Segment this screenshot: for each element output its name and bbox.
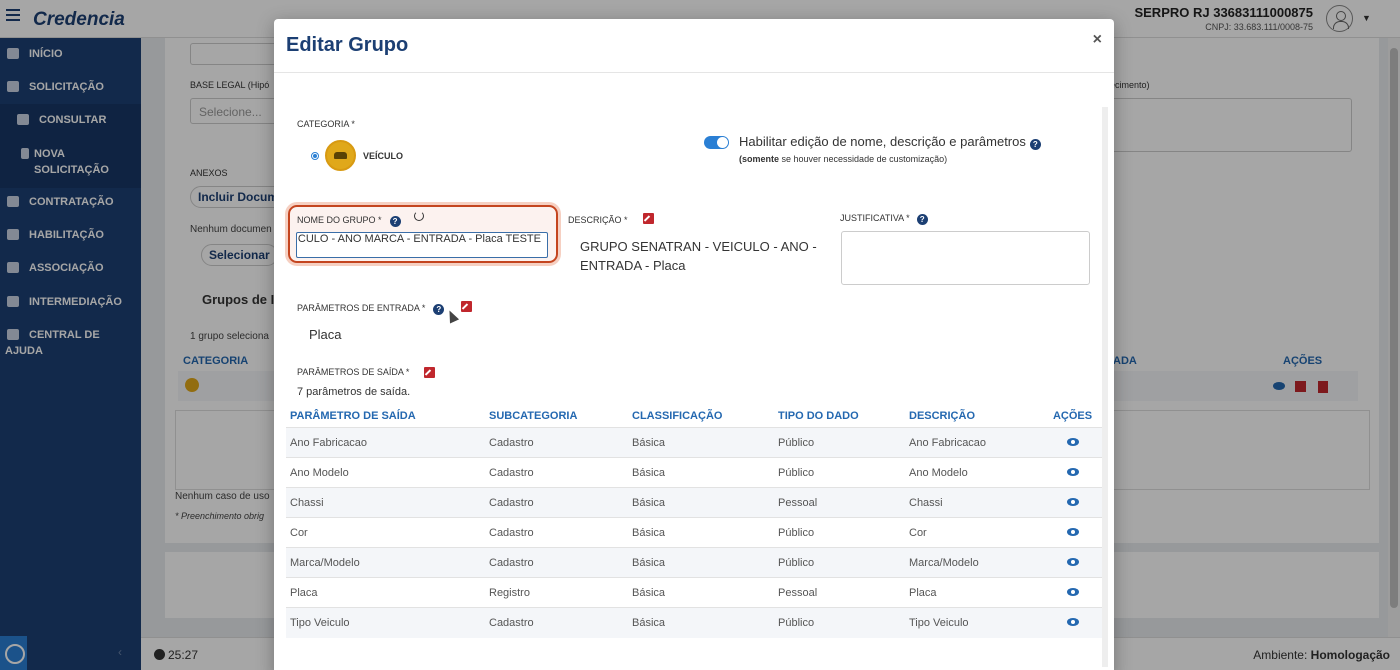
col-acoes: Ações: [1052, 410, 1093, 422]
cell-subcategoria: Registro: [485, 577, 628, 608]
cell-parametro: Tipo Veiculo: [286, 607, 485, 638]
cell-descricao: Chassi: [905, 487, 1043, 518]
table-header-row: Parâmetro de saída Subcategoria Classifi…: [286, 405, 1102, 428]
cell-descricao: Cor: [905, 517, 1043, 548]
cell-acoes: [1043, 517, 1102, 548]
cell-descricao: Ano Fabricacao: [905, 427, 1043, 458]
eye-icon[interactable]: [1066, 467, 1079, 476]
cell-parametro: Marca/Modelo: [286, 547, 485, 578]
edit-icon[interactable]: [424, 367, 435, 378]
cell-acoes: [1043, 607, 1102, 638]
table-row: Ano Fabricacao Cadastro Básica Público A…: [286, 427, 1102, 458]
cell-classificacao: Básica: [628, 607, 774, 638]
cell-descricao: Placa: [905, 577, 1043, 608]
toggle-note: (somente se houver necessidade de custom…: [739, 154, 948, 164]
param-entrada-label: PARÂMETROS DE ENTRADA *?: [297, 303, 445, 315]
modal-title: Editar Grupo: [286, 34, 409, 56]
col-subcategoria: Subcategoria: [489, 410, 578, 422]
cell-subcategoria: Cadastro: [485, 547, 628, 578]
car-icon[interactable]: [325, 140, 356, 171]
param-saida-label: PARÂMETROS DE SAÍDA *: [297, 367, 410, 377]
cell-tipo: Pessoal: [774, 577, 905, 608]
cell-tipo: Pessoal: [774, 487, 905, 518]
col-parametro: Parâmetro de saída: [290, 410, 416, 422]
output-params-table: Parâmetro de saída Subcategoria Classifi…: [286, 405, 1102, 638]
cell-tipo: Público: [774, 517, 905, 548]
table-row: Chassi Cadastro Básica Pessoal Chassi: [286, 487, 1102, 518]
nome-grupo-label: NOME DO GRUPO *?: [297, 215, 401, 227]
cell-acoes: [1043, 577, 1102, 608]
eye-icon[interactable]: [1066, 587, 1079, 596]
eye-icon[interactable]: [1066, 617, 1079, 626]
cell-tipo: Público: [774, 427, 905, 458]
cell-parametro: Cor: [286, 517, 485, 548]
justificativa-label: JUSTIFICATIVA *?: [840, 213, 928, 225]
eye-icon[interactable]: [1066, 557, 1079, 566]
cell-subcategoria: Cadastro: [485, 517, 628, 548]
cell-parametro: Placa: [286, 577, 485, 608]
cell-tipo: Público: [774, 547, 905, 578]
cell-acoes: [1043, 427, 1102, 458]
col-tipo-dado: Tipo do dado: [778, 410, 859, 422]
eye-icon[interactable]: [1066, 437, 1079, 446]
edit-icon[interactable]: [643, 213, 654, 224]
modal-header: Editar Grupo ×: [274, 19, 1114, 73]
col-descricao: Descrição: [909, 410, 976, 422]
help-icon[interactable]: ?: [389, 216, 401, 227]
cell-subcategoria: Cadastro: [485, 607, 628, 638]
table-row: Cor Cadastro Básica Público Cor: [286, 517, 1102, 548]
eye-icon[interactable]: [1066, 497, 1079, 506]
cell-acoes: [1043, 457, 1102, 488]
cell-classificacao: Básica: [628, 487, 774, 518]
cell-subcategoria: Cadastro: [485, 427, 628, 458]
cell-parametro: Chassi: [286, 487, 485, 518]
col-classificacao: Classificação: [632, 410, 723, 422]
help-icon[interactable]: ?: [1029, 139, 1041, 150]
cell-classificacao: Básica: [628, 427, 774, 458]
table-row: Tipo Veiculo Cadastro Básica Público Tip…: [286, 607, 1102, 638]
cell-classificacao: Básica: [628, 457, 774, 488]
cell-parametro: Ano Modelo: [286, 457, 485, 488]
categoria-option-label: VEÍCULO: [363, 151, 404, 161]
categoria-label: CATEGORIA *: [297, 119, 355, 129]
justificativa-textarea[interactable]: [841, 231, 1090, 285]
cell-subcategoria: Cadastro: [485, 487, 628, 518]
cell-descricao: Marca/Modelo: [905, 547, 1043, 578]
cell-parametro: Ano Fabricacao: [286, 427, 485, 458]
cell-classificacao: Básica: [628, 517, 774, 548]
table-row: Ano Modelo Cadastro Básica Público Ano M…: [286, 457, 1102, 488]
edit-group-modal: Editar Grupo × CATEGORIA * VEÍCULO Habil…: [274, 19, 1114, 670]
cell-tipo: Público: [774, 457, 905, 488]
categoria-radio-veiculo[interactable]: [311, 152, 319, 160]
cell-tipo: Público: [774, 607, 905, 638]
table-row: Marca/Modelo Cadastro Básica Público Mar…: [286, 547, 1102, 578]
param-entrada-value: Placa: [309, 327, 342, 342]
cell-descricao: Ano Modelo: [905, 457, 1043, 488]
cell-acoes: [1043, 487, 1102, 518]
cell-classificacao: Básica: [628, 547, 774, 578]
group-name-input[interactable]: GRUPO SENATRAN - VEICULO - ANO MARCA - E…: [296, 232, 548, 258]
reset-icon[interactable]: [414, 211, 424, 221]
help-icon[interactable]: ?: [916, 214, 928, 225]
table-row: Placa Registro Básica Pessoal Placa: [286, 577, 1102, 608]
modal-scrollbar[interactable]: [1102, 107, 1108, 667]
edit-icon[interactable]: [461, 301, 472, 312]
descricao-value: GRUPO SENATRAN - VEICULO - ANO - ENTRADA…: [580, 239, 817, 273]
edit-toggle-switch[interactable]: [704, 136, 729, 149]
close-icon[interactable]: ×: [1093, 31, 1102, 49]
param-saida-count: 7 parâmetros de saída.: [297, 386, 411, 398]
eye-icon[interactable]: [1066, 527, 1079, 536]
cell-descricao: Tipo Veiculo: [905, 607, 1043, 638]
cell-subcategoria: Cadastro: [485, 457, 628, 488]
descricao-label: DESCRIÇÃO *: [568, 215, 628, 225]
toggle-label: Habilitar edição de nome, descrição e pa…: [739, 134, 1041, 150]
cell-classificacao: Básica: [628, 577, 774, 608]
cell-acoes: [1043, 547, 1102, 578]
help-icon[interactable]: ?: [433, 304, 445, 315]
